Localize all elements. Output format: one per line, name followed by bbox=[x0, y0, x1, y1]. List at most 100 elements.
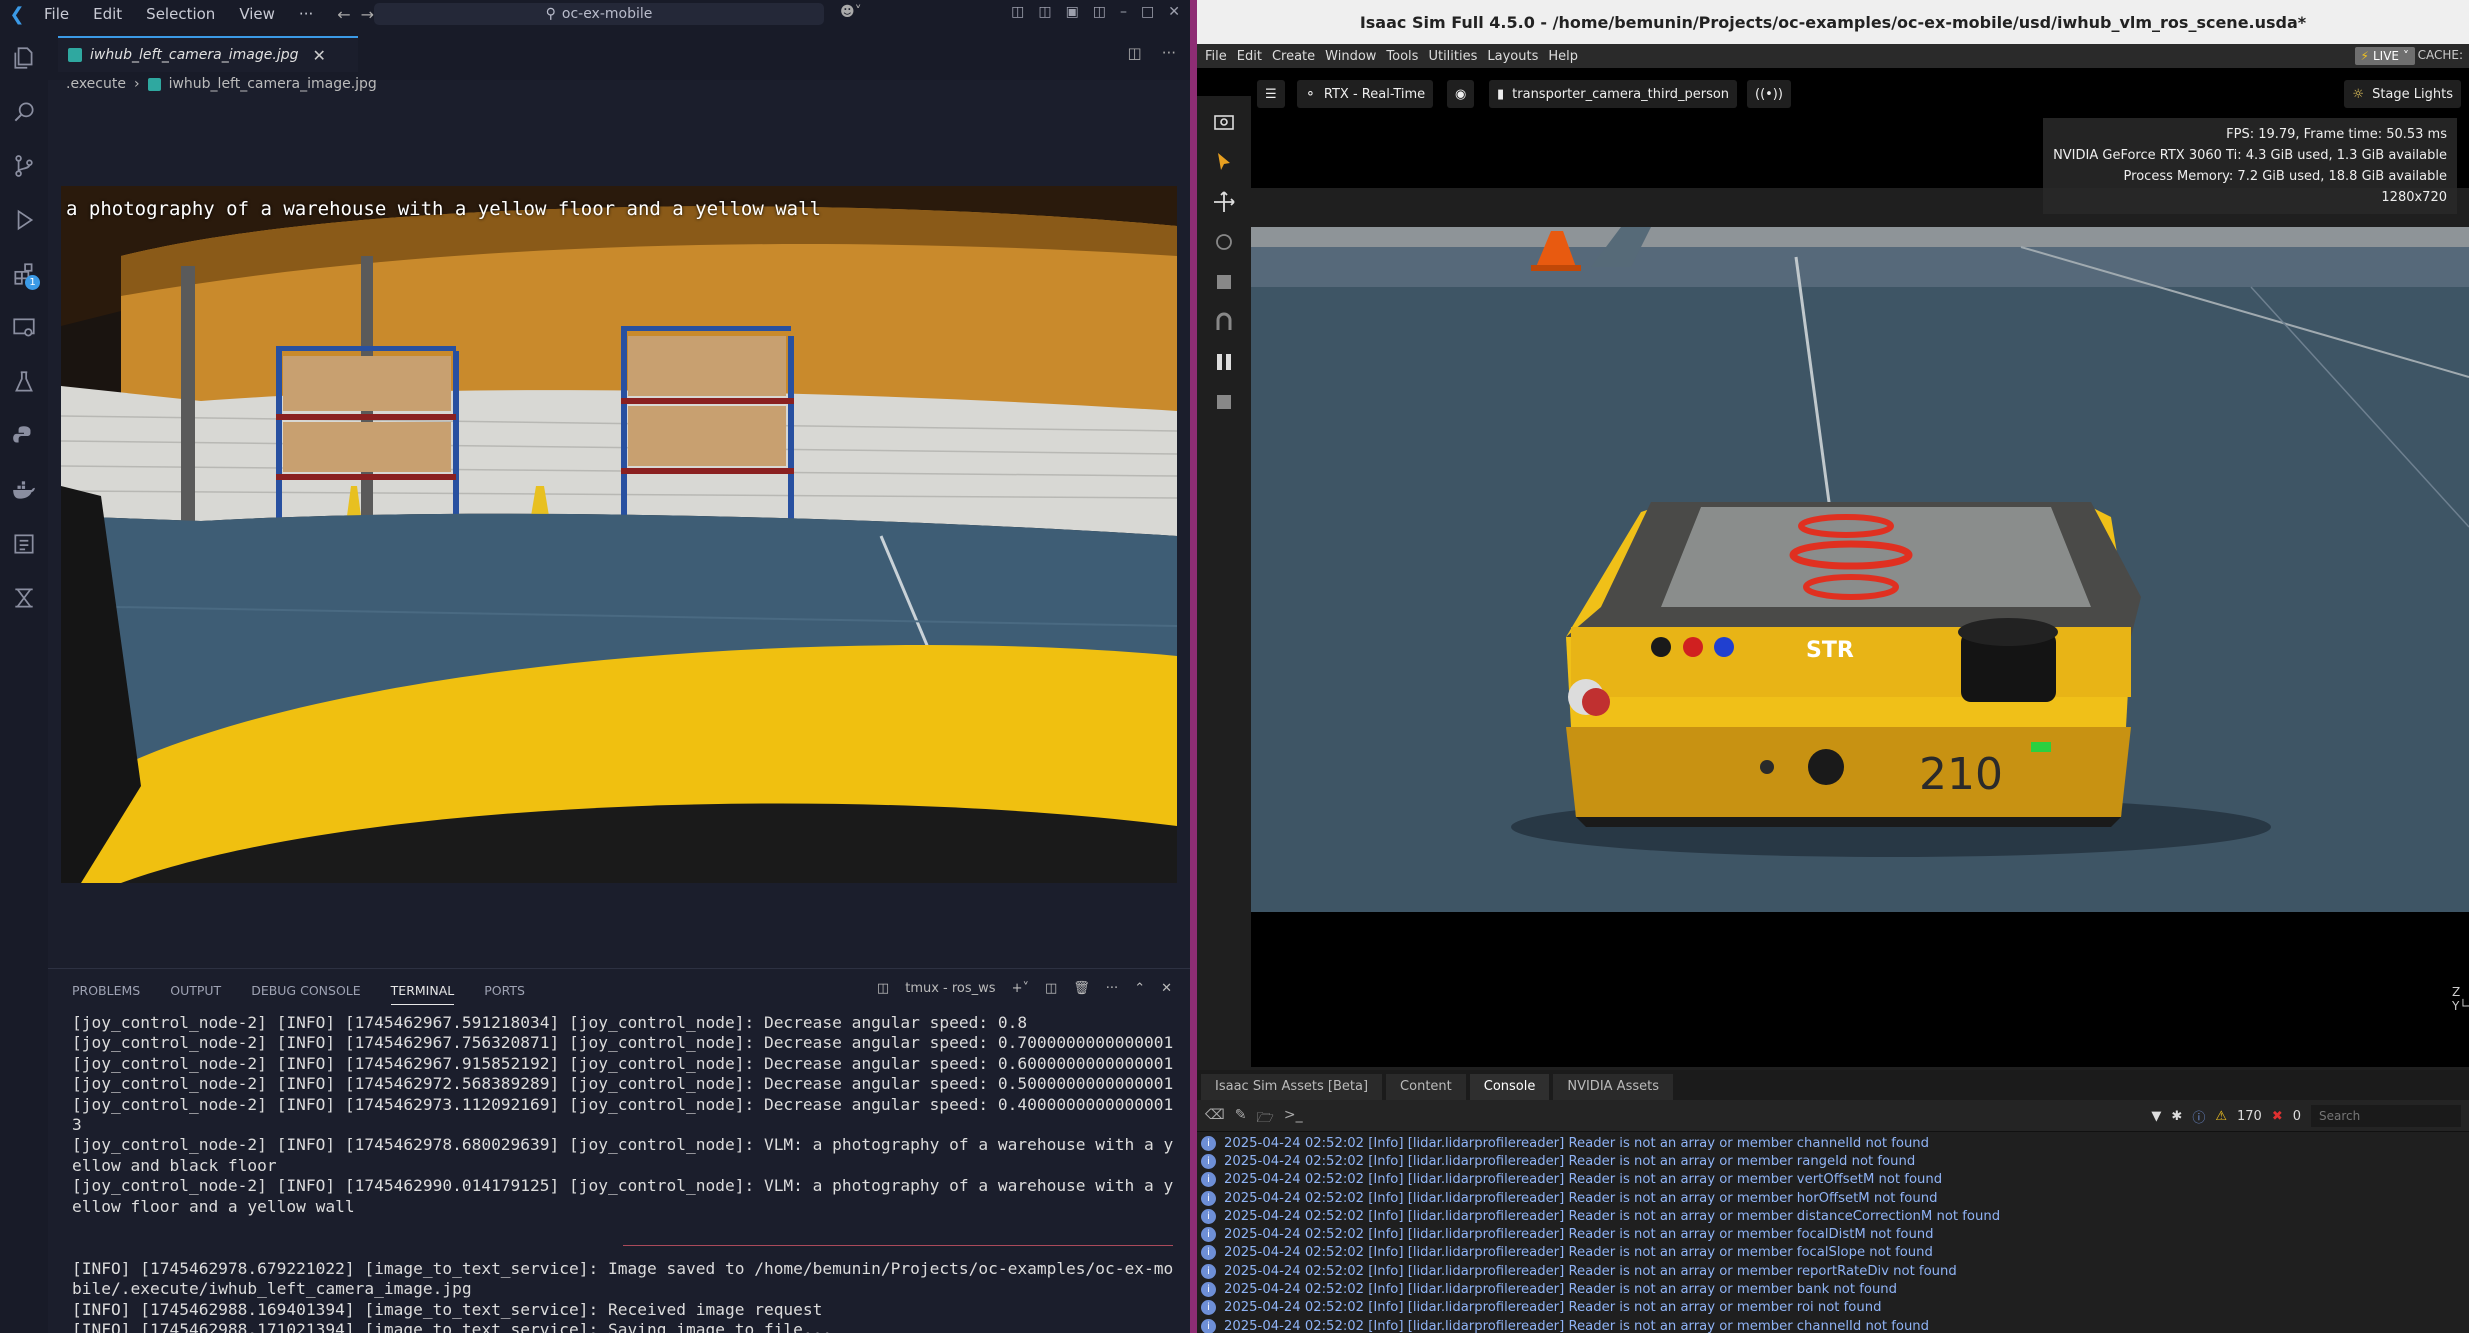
layout-secondary-icon[interactable]: ◫ bbox=[1093, 4, 1106, 20]
maximize-icon[interactable]: □ bbox=[1141, 4, 1154, 20]
breadcrumb-file[interactable]: iwhub_left_camera_image.jpg bbox=[169, 76, 377, 92]
close-panel-icon[interactable]: ✕ bbox=[1161, 981, 1172, 996]
terminal-name[interactable]: tmux - ros_ws bbox=[905, 981, 995, 996]
viewport-settings-button[interactable]: ☰ bbox=[1257, 80, 1285, 108]
python-icon[interactable] bbox=[8, 420, 40, 452]
console-log-row[interactable]: i 2025-04-24 02:52:02 [Info] [lidar.lidar… bbox=[1197, 1134, 2469, 1152]
folder-icon[interactable]: 🗁 bbox=[1257, 1107, 1274, 1131]
console-log-row[interactable]: i 2025-04-24 02:52:02 [Info] [lidar.lidar… bbox=[1197, 1280, 2469, 1298]
pause-icon[interactable] bbox=[1208, 346, 1240, 378]
tab-debug-console[interactable]: DEBUG CONSOLE bbox=[251, 983, 360, 1005]
render-mode-button[interactable]: ⚬ RTX - Real-Time bbox=[1297, 80, 1434, 108]
isaac-menu-tools[interactable]: Tools bbox=[1386, 49, 1418, 64]
stop-icon[interactable] bbox=[1208, 386, 1240, 418]
remote-explorer-icon[interactable] bbox=[8, 312, 40, 344]
run-debug-icon[interactable] bbox=[8, 204, 40, 236]
isaac-menu-utilities[interactable]: Utilities bbox=[1428, 49, 1477, 64]
extensions-icon[interactable]: 1 bbox=[8, 258, 40, 290]
split-terminal-icon[interactable]: ◫ bbox=[1045, 981, 1057, 996]
command-center-search[interactable]: ⚲ oc-ex-mobile bbox=[374, 3, 824, 25]
isaac-menu-help[interactable]: Help bbox=[1548, 49, 1578, 64]
isaac-menu-edit[interactable]: Edit bbox=[1237, 49, 1262, 64]
terminal-output-lower[interactable]: [INFO] [1745462978.679221022] [image_to_… bbox=[72, 1259, 1182, 1333]
camera-button[interactable]: ▮ transporter_camera_third_person bbox=[1489, 80, 1738, 108]
minimize-icon[interactable]: – bbox=[1120, 4, 1127, 20]
search-sidebar-icon[interactable] bbox=[8, 96, 40, 128]
console-log-row[interactable]: i 2025-04-24 02:52:02 [Info] [lidar.lidar… bbox=[1197, 1152, 2469, 1170]
terminal-output[interactable]: [joy_control_node-2] [INFO] [1745462967.… bbox=[72, 1013, 1182, 1217]
console-log-row[interactable]: i 2025-04-24 02:52:02 [Info] [lidar.lidar… bbox=[1197, 1299, 2469, 1317]
view-mode-button[interactable]: ◉ bbox=[1447, 80, 1475, 108]
console-log[interactable]: i 2025-04-24 02:52:02 [Info] [lidar.lidar… bbox=[1197, 1134, 2469, 1333]
tab-terminal[interactable]: TERMINAL bbox=[390, 983, 455, 1005]
tab-content[interactable]: Content bbox=[1386, 1074, 1466, 1100]
audio-button[interactable]: ((•)) bbox=[1747, 80, 1791, 108]
snap-tool-icon[interactable] bbox=[1208, 306, 1240, 338]
tab-nvidia-assets[interactable]: NVIDIA Assets bbox=[1553, 1074, 1673, 1100]
select-tool-icon[interactable] bbox=[1208, 146, 1240, 178]
ros-icon[interactable] bbox=[8, 528, 40, 560]
prompt-icon[interactable]: >_ bbox=[1284, 1107, 1303, 1131]
split-editor-icon[interactable]: ◫ bbox=[1128, 44, 1142, 62]
layout-panel-icon[interactable]: ▣ bbox=[1066, 4, 1079, 20]
warning-icon[interactable]: ⚠ bbox=[2215, 1109, 2227, 1124]
forward-arrow-icon[interactable]: → bbox=[361, 5, 374, 24]
source-control-icon[interactable] bbox=[8, 150, 40, 182]
console-log-row[interactable]: i 2025-04-24 02:52:02 [Info] [lidar.lidar… bbox=[1197, 1262, 2469, 1280]
menu-more[interactable]: ··· bbox=[299, 5, 313, 23]
console-search-input[interactable] bbox=[2311, 1105, 2461, 1127]
menu-selection[interactable]: Selection bbox=[146, 5, 215, 23]
stage-lights-button[interactable]: ☼ Stage Lights bbox=[2344, 80, 2461, 108]
copilot-icon[interactable]: ☻˅ bbox=[840, 4, 862, 20]
tab-ports[interactable]: PORTS bbox=[484, 983, 525, 1005]
live-button[interactable]: ⚡ LIVE ˅ bbox=[2354, 47, 2415, 65]
menu-file[interactable]: File bbox=[44, 5, 69, 23]
edit-icon[interactable]: ✎ bbox=[1235, 1107, 1247, 1131]
docker-icon[interactable] bbox=[8, 474, 40, 506]
console-toolbar: ⌫ ✎ 🗁 >_ ▼ ✱ ⓘ ⚠ 170 ✖ 0 bbox=[1197, 1100, 2469, 1132]
back-arrow-icon[interactable]: ← bbox=[337, 5, 350, 24]
tools-icon[interactable] bbox=[8, 582, 40, 614]
editor-tab-active[interactable]: iwhub_left_camera_image.jpg ✕ bbox=[58, 36, 358, 72]
testing-icon[interactable] bbox=[8, 366, 40, 398]
error-icon[interactable]: ✖ bbox=[2272, 1109, 2283, 1124]
camera-tool-icon[interactable] bbox=[1208, 106, 1240, 138]
new-terminal-icon[interactable]: +˅ bbox=[1012, 981, 1029, 996]
more-icon[interactable]: ··· bbox=[1106, 981, 1118, 996]
viewport-render[interactable]: STR 210 bbox=[1251, 227, 2469, 912]
isaac-menu-window[interactable]: Window bbox=[1325, 49, 1376, 64]
tab-isaac-assets[interactable]: Isaac Sim Assets [Beta] bbox=[1201, 1074, 1383, 1100]
isaac-menu-layouts[interactable]: Layouts bbox=[1487, 49, 1538, 64]
rotate-tool-icon[interactable] bbox=[1208, 226, 1240, 258]
move-tool-icon[interactable] bbox=[1208, 186, 1240, 218]
layout-sidebar-icon[interactable]: ◫ bbox=[1011, 4, 1024, 20]
tab-problems[interactable]: PROBLEMS bbox=[72, 983, 140, 1005]
console-log-row[interactable]: i 2025-04-24 02:52:02 [Info] [lidar.lidar… bbox=[1197, 1207, 2469, 1225]
asterisk-icon[interactable]: ✱ bbox=[2171, 1109, 2182, 1124]
cache-label[interactable]: CACHE: bbox=[2418, 48, 2463, 62]
breadcrumb-folder[interactable]: .execute bbox=[66, 76, 126, 92]
maximize-panel-icon[interactable]: ⌃ bbox=[1134, 981, 1145, 996]
scale-tool-icon[interactable] bbox=[1208, 266, 1240, 298]
close-tab-icon[interactable]: ✕ bbox=[312, 46, 325, 65]
explorer-icon[interactable] bbox=[8, 42, 40, 74]
console-log-row[interactable]: i 2025-04-24 02:52:02 [Info] [lidar.lidar… bbox=[1197, 1225, 2469, 1243]
close-window-icon[interactable]: ✕ bbox=[1168, 4, 1180, 20]
info-icon[interactable]: ⓘ bbox=[2192, 1107, 2205, 1126]
tab-output[interactable]: OUTPUT bbox=[170, 983, 221, 1005]
trash-icon[interactable]: 🗑 bbox=[1073, 981, 1090, 996]
isaac-menu-create[interactable]: Create bbox=[1272, 49, 1315, 64]
console-log-row[interactable]: i 2025-04-24 02:52:02 [Info] [lidar.lidar… bbox=[1197, 1317, 2469, 1333]
clear-icon[interactable]: ⌫ bbox=[1205, 1107, 1225, 1131]
more-actions-icon[interactable]: ··· bbox=[1162, 44, 1176, 62]
console-log-row[interactable]: i 2025-04-24 02:52:02 [Info] [lidar.lidar… bbox=[1197, 1171, 2469, 1189]
tab-console[interactable]: Console bbox=[1469, 1074, 1550, 1100]
layout-editor-icon[interactable]: ◫ bbox=[1038, 4, 1051, 20]
console-log-text: 2025-04-24 02:52:02 [Info] [lidar.lidarp… bbox=[1224, 1190, 1938, 1206]
menu-view[interactable]: View bbox=[239, 5, 275, 23]
console-log-row[interactable]: i 2025-04-24 02:52:02 [Info] [lidar.lidar… bbox=[1197, 1244, 2469, 1262]
filter-icon[interactable]: ▼ bbox=[2151, 1109, 2161, 1124]
menu-edit[interactable]: Edit bbox=[93, 5, 122, 23]
isaac-menu-file[interactable]: File bbox=[1205, 49, 1227, 64]
console-log-row[interactable]: i 2025-04-24 02:52:02 [Info] [lidar.lidar… bbox=[1197, 1189, 2469, 1207]
